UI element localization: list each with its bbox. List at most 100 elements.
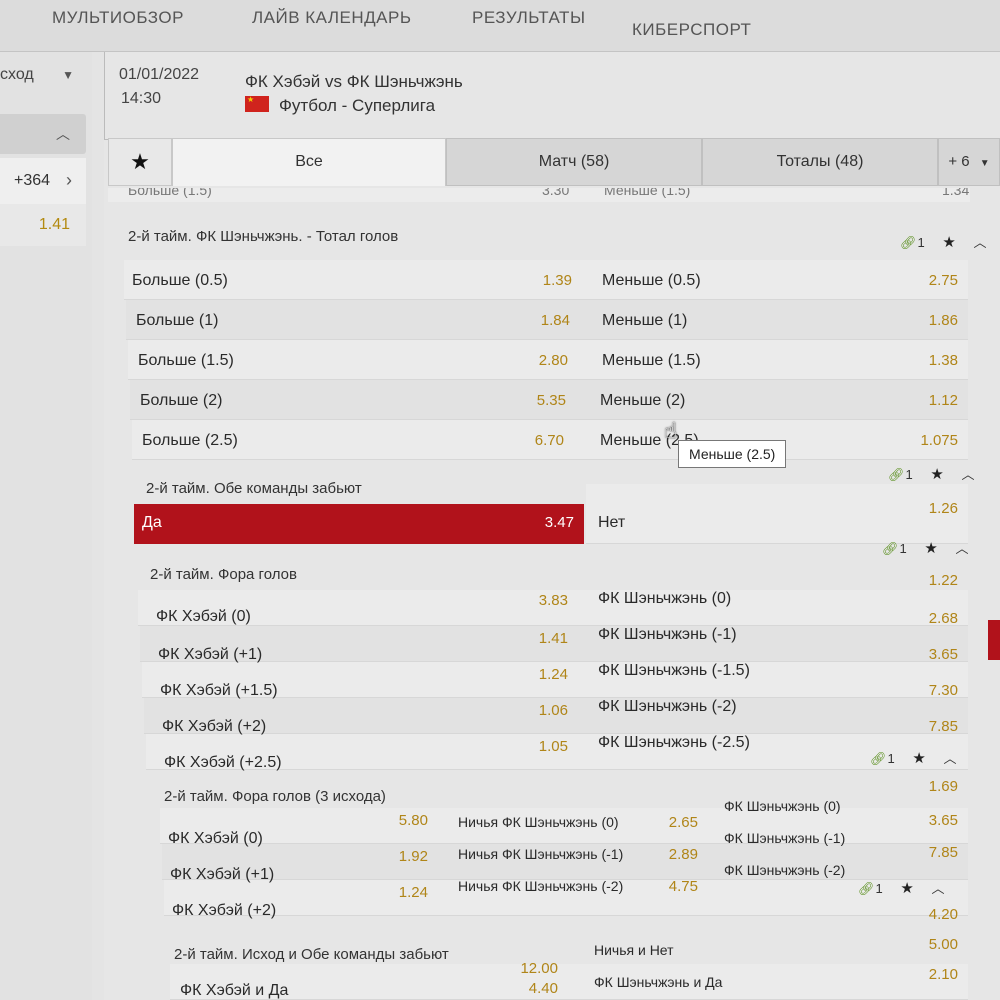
outcome-label: ФК Хэбэй (0) bbox=[168, 830, 263, 847]
odds-cell[interactable]: ФК Шэньчжэнь (-2) 7.30 bbox=[590, 682, 968, 726]
left-panel: сход ▼ ︿ +364 › 1.41 bbox=[0, 52, 92, 1000]
outcome-label: Больше (1.5) bbox=[138, 352, 234, 369]
link-icon[interactable]: 🔗︎ bbox=[888, 467, 905, 482]
collapse-toggle[interactable]: ︿ bbox=[0, 114, 86, 154]
odds-value: 1.05 bbox=[538, 738, 568, 755]
tab-totals[interactable]: Тоталы (48) bbox=[702, 138, 938, 186]
odds-cell[interactable]: Больше (1.5) 2.80 bbox=[130, 342, 578, 380]
outcome-label: Больше (2) bbox=[140, 392, 223, 409]
odds-cell[interactable]: ФК Хэбэй (+2) 1.06 bbox=[154, 702, 578, 746]
odds-cell[interactable]: Меньше (0.5) 2.75 bbox=[594, 262, 968, 300]
outcome-label: Больше (1) bbox=[136, 312, 219, 329]
outcome-label: ФК Хэбэй (+2) bbox=[162, 718, 267, 735]
outcome-label: Нет bbox=[598, 514, 626, 531]
odds-value: 1.06 bbox=[538, 702, 568, 719]
odds-cell[interactable]: Больше (2.5) 6.70 bbox=[134, 422, 574, 460]
tab-favorites[interactable]: ★ bbox=[108, 138, 172, 186]
odds-cell[interactable]: ФК Хэбэй (+2) 1.24 bbox=[164, 884, 438, 930]
nav-results[interactable]: РЕЗУЛЬТАТЫ bbox=[472, 8, 586, 28]
odds-cell[interactable]: Меньше (2) 1.12 bbox=[592, 382, 968, 420]
link-icon[interactable]: 🔗︎ bbox=[882, 541, 899, 556]
match-teams: ФК Хэбэй vs ФК Шэньчжэнь bbox=[245, 72, 463, 91]
outcome-label: ФК Хэбэй и Да bbox=[180, 982, 289, 999]
tab-all[interactable]: Все bbox=[172, 138, 446, 186]
outcome-dropdown[interactable]: сход ▼ bbox=[0, 66, 86, 92]
tab-more-label: + 6 bbox=[948, 153, 970, 170]
partial-left-odd: 3.30 bbox=[542, 188, 570, 198]
odds-value: 1.84 bbox=[540, 312, 570, 329]
market-title: 2-й тайм. ФК Шэньчжэнь. - Тотал голов bbox=[128, 228, 399, 245]
nav-multiview[interactable]: МУЛЬТИОБЗОР bbox=[52, 8, 184, 28]
odds-cell[interactable]: Нет 1.26 bbox=[590, 500, 968, 542]
outcome-label: ФК Хэбэй (0) bbox=[156, 608, 251, 625]
outcome-label: ФК Шэньчжэнь (-1) bbox=[724, 830, 846, 846]
outcome-label: ФК Хэбэй (+1.5) bbox=[160, 682, 278, 699]
odds-cell[interactable]: Больше (2) 5.35 bbox=[132, 382, 576, 420]
odds-cell[interactable]: Больше (0.5) 1.39 bbox=[124, 262, 582, 300]
tab-match[interactable]: Матч (58) bbox=[446, 138, 702, 186]
odds-value: 7.85 bbox=[928, 718, 958, 735]
odds-cell[interactable]: ФК Хэбэй и Да 12.00 bbox=[172, 960, 568, 1000]
market-title: 2-й тайм. Фора голов (3 исхода) bbox=[164, 788, 386, 805]
nav-live-calendar[interactable]: ЛАЙВ КАЛЕНДАРЬ bbox=[252, 8, 412, 28]
link-icon[interactable]: 🔗︎ bbox=[870, 751, 887, 766]
odds-value: 1.69 bbox=[928, 778, 958, 795]
odds-cell[interactable]: ФК Шэньчжэнь (-1.5) 3.65 bbox=[590, 646, 968, 690]
odds-cell[interactable]: ФК Хэбэй (0) 3.83 bbox=[148, 592, 578, 636]
odds-cell[interactable]: ФК Хэбэй (+1.5) 1.24 bbox=[152, 666, 578, 710]
chevron-up-icon: ︿ bbox=[56, 126, 70, 142]
outcome-label: ФК Хэбэй (+2) bbox=[172, 902, 277, 919]
more-markets-link[interactable]: +364 › bbox=[0, 158, 86, 204]
nav-esports[interactable]: КИБЕРСПОРТ bbox=[632, 20, 751, 40]
star-icon[interactable]: ★ bbox=[942, 234, 955, 251]
odds-value: 1.12 bbox=[928, 392, 958, 409]
odds-cell[interactable]: ФК Хэбэй (+1) 1.41 bbox=[150, 630, 578, 674]
left-odd-cell[interactable]: 1.41 bbox=[0, 204, 86, 246]
link-count: 1 bbox=[899, 541, 907, 556]
outcome-label: ФК Шэньчжэнь (-1.5) bbox=[598, 662, 750, 679]
odds-value: 3.83 bbox=[538, 592, 568, 609]
side-accent-bar bbox=[988, 620, 1000, 660]
odds-cell[interactable]: ФК Хэбэй (+2.5) 1.05 bbox=[156, 738, 578, 782]
odds-value: 1.075 bbox=[920, 432, 958, 449]
chevron-right-icon: › bbox=[66, 170, 72, 190]
match-league: Футбол - Суперлига bbox=[279, 96, 436, 115]
more-markets-count: +364 bbox=[14, 172, 51, 189]
market-tabs: ★ Все Матч (58) Тоталы (48) + 6 ▼ bbox=[104, 138, 1000, 188]
outcome-label: Ничья и Нет bbox=[594, 942, 674, 958]
odds-cell[interactable]: Меньше (1) 1.86 bbox=[594, 302, 968, 340]
odds-cell[interactable]: Меньше (1.5) 1.38 bbox=[594, 342, 968, 380]
odds-value: 2.89 bbox=[668, 846, 698, 863]
chevron-up-icon[interactable]: ︿ bbox=[955, 541, 968, 556]
odds-value: 1.38 bbox=[928, 352, 958, 369]
star-icon[interactable]: ★ bbox=[930, 466, 943, 483]
odds-cell[interactable]: Больше (1) 1.84 bbox=[128, 302, 580, 340]
outcome-label: ФК Хэбэй (+1) bbox=[170, 866, 275, 883]
left-odd-value: 1.41 bbox=[38, 216, 70, 233]
odds-cell[interactable]: ФК Шэньчжэнь (0) 1.22 bbox=[590, 572, 968, 618]
odds-cell[interactable]: ФК Хэбэй (0) 5.80 bbox=[160, 812, 438, 858]
star-icon[interactable]: ★ bbox=[924, 540, 937, 557]
chevron-up-icon[interactable]: ︿ bbox=[931, 881, 944, 896]
outcome-label: ФК Хэбэй (+1) bbox=[158, 646, 263, 663]
outcome-label: Больше (0.5) bbox=[132, 272, 228, 289]
odds-cell[interactable]: Ничья ФК Шэньчжэнь (-2) 4.75 bbox=[450, 868, 708, 906]
chevron-up-icon[interactable]: ︿ bbox=[961, 467, 974, 482]
chevron-up-icon[interactable]: ︿ bbox=[943, 751, 956, 766]
odds-value: 5.80 bbox=[398, 812, 428, 829]
link-icon[interactable]: 🔗︎ bbox=[900, 235, 917, 250]
odds-cell[interactable]: 2.10 bbox=[586, 966, 968, 1000]
odds-cell[interactable]: ФК Хэбэй (+1) 1.92 bbox=[162, 848, 438, 894]
chevron-up-icon[interactable]: ︿ bbox=[973, 235, 986, 250]
tooltip: Меньше (2.5) bbox=[678, 440, 786, 468]
outcome-label: Меньше (0.5) bbox=[602, 272, 701, 289]
tab-more[interactable]: + 6 ▼ bbox=[938, 138, 1000, 186]
odds-cell-selected[interactable]: Да 3.47 bbox=[134, 504, 584, 544]
outcome-label: Меньше (2) bbox=[600, 392, 686, 409]
match-panel: 01/01/2022 14:30 ФК Хэбэй vs ФК Шэньчжэн… bbox=[104, 52, 1000, 1000]
star-icon[interactable]: ★ bbox=[900, 880, 913, 897]
link-icon[interactable]: 🔗︎ bbox=[858, 881, 875, 896]
star-icon[interactable]: ★ bbox=[912, 750, 925, 767]
odds-cell[interactable]: ФК Шэньчжэнь (-1) 2.68 bbox=[590, 610, 968, 654]
odds-value: 1.41 bbox=[538, 630, 568, 647]
